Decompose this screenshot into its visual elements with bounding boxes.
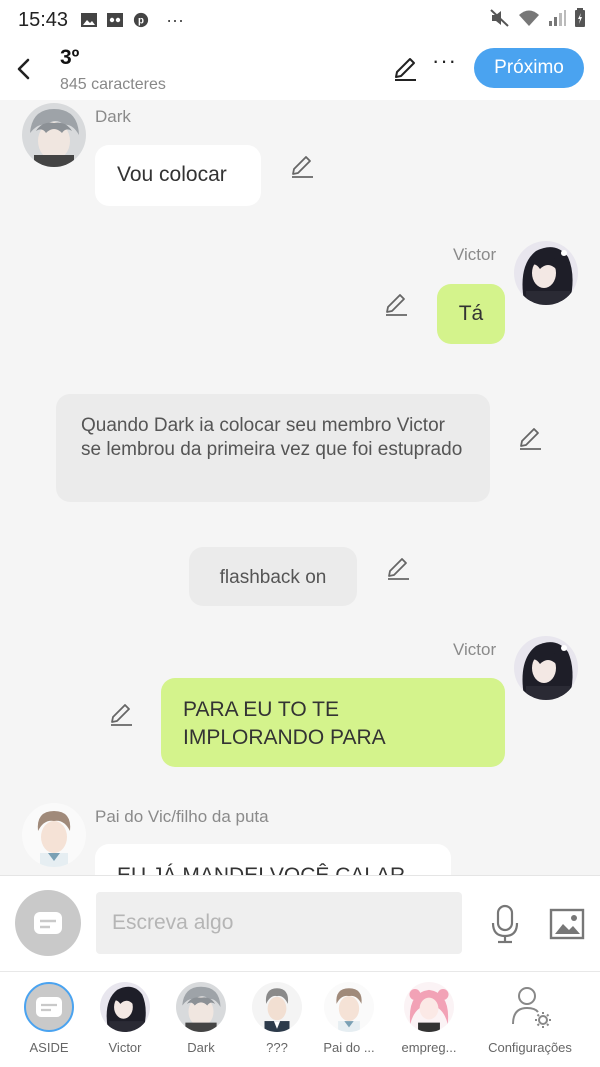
narration-bubble[interactable]: Quando Dark ia colocar seu membro Victor… <box>56 394 490 502</box>
header: 3º 845 caracteres ··· Próximo <box>0 40 600 100</box>
svg-text:p: p <box>138 16 144 27</box>
sender-name: Victor <box>453 640 497 659</box>
character-label: Pai do ... <box>323 1040 375 1055</box>
message-bubble[interactable]: Tá <box>437 284 505 344</box>
narration-text: flashback on <box>219 567 327 588</box>
sender-name: Dark <box>95 107 131 126</box>
mute-icon <box>490 9 509 27</box>
status-time: 15:43 <box>18 8 69 31</box>
edit-pencil-icon[interactable] <box>517 426 543 452</box>
narration-text: Quando Dark ia colocar seu membro Victor… <box>81 415 463 460</box>
status-bar: 15:43 p ··· <box>0 0 600 40</box>
settings-button[interactable]: Configurações <box>484 982 576 1055</box>
aside-icon <box>24 982 74 1032</box>
battery-icon <box>575 8 585 27</box>
chat-area[interactable]: Dark Vou colocar Victor Tá Quando Dark i… <box>0 100 600 875</box>
avatar-dark <box>176 982 226 1032</box>
character-label: Configurações <box>488 1040 572 1055</box>
image-icon[interactable] <box>549 907 585 941</box>
avatar-victor <box>100 982 150 1032</box>
next-button[interactable]: Próximo <box>474 48 584 88</box>
message-bubble[interactable]: Vou colocar <box>95 145 261 206</box>
edit-pencil-icon[interactable] <box>385 556 411 582</box>
character-empregada[interactable]: empreg... <box>384 982 474 1055</box>
sender-name: Pai do Vic/filho da puta <box>95 807 269 826</box>
avatar-pai-do-vic[interactable] <box>22 803 86 867</box>
input-bar <box>0 875 600 971</box>
message-bubble[interactable]: EU JÁ MANDEI VOCÊ CALAR <box>95 844 451 875</box>
settings-user-icon <box>512 987 551 1028</box>
narration-bubble[interactable]: flashback on <box>189 547 357 606</box>
status-overflow-icon: ··· <box>166 9 185 30</box>
back-arrow-icon[interactable] <box>12 54 36 84</box>
chat-icon[interactable] <box>15 890 81 956</box>
voicemail-notification-icon <box>107 13 124 27</box>
message-text: Tá <box>458 302 484 325</box>
wifi-icon <box>519 10 539 26</box>
character-bar: ASIDE Victor Dark ??? Pai do ... empreg.… <box>0 971 600 1067</box>
edit-pencil-icon[interactable] <box>108 702 134 728</box>
message-input[interactable] <box>96 892 462 954</box>
character-pai-do-vic[interactable]: Pai do ... <box>304 982 394 1055</box>
sender-name: Victor <box>453 245 497 264</box>
edit-pencil-icon[interactable] <box>383 292 409 318</box>
more-icon[interactable]: ··· <box>432 50 456 76</box>
avatar-victor[interactable] <box>514 241 578 305</box>
message-text: Vou colocar <box>117 163 227 186</box>
message-text: EU JÁ MANDEI VOCÊ CALAR <box>117 864 405 875</box>
message-bubble[interactable]: PARA EU TO TE IMPLORANDO PARA <box>161 678 505 767</box>
gallery-notification-icon <box>81 13 98 27</box>
mic-icon[interactable] <box>490 904 520 944</box>
edit-pencil-icon[interactable] <box>289 154 315 180</box>
avatar-pai-do-vic <box>324 982 374 1032</box>
avatar-unknown <box>252 982 302 1032</box>
avatar-empregada <box>404 982 454 1032</box>
avatar-dark[interactable] <box>22 103 86 167</box>
edit-pencil-icon[interactable] <box>392 56 418 82</box>
page-title: 3º <box>60 46 80 69</box>
signal-icon <box>549 10 566 26</box>
pinterest-notification-icon: p <box>133 12 149 28</box>
message-text: PARA EU TO TE IMPLORANDO PARA <box>183 698 386 749</box>
character-label: empreg... <box>401 1040 457 1055</box>
avatar-victor[interactable] <box>514 636 578 700</box>
character-count: 845 caracteres <box>60 76 166 93</box>
